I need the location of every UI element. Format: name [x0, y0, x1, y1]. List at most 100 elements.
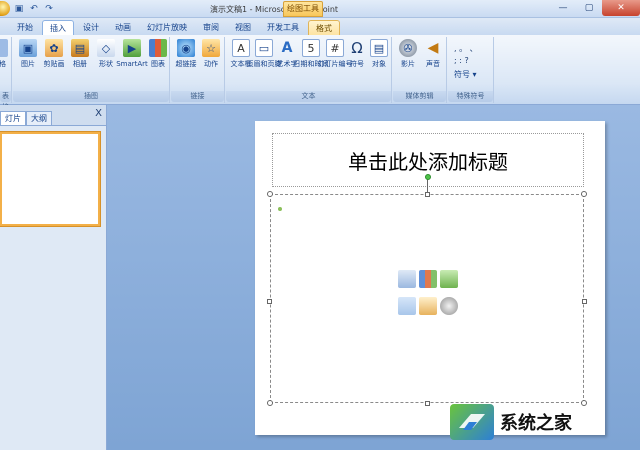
speaker-icon: ◀: [427, 40, 439, 56]
group-special-symbols: , 。 、 ; : ? 符号 ▾ 特殊符号: [448, 37, 494, 103]
slide-thumbnail[interactable]: [0, 132, 100, 226]
symbol-dropdown-label: 符号: [454, 70, 470, 79]
insert-media-icon[interactable]: [440, 296, 458, 315]
hyperlink-button[interactable]: ◉ 超链接: [173, 39, 199, 69]
group-text: A 文本框 ▭ 页眉和页脚 A 艺术字 5 日期和时间 # 幻灯片编号 Ω 符号…: [226, 37, 392, 103]
group-label-tables: 表格: [0, 91, 11, 111]
window-controls: — ▢ ✕: [550, 0, 640, 16]
group-illustrations: ▣ 图片 ✿ 剪贴画 ▤ 相册 ◇ 形状 ▶ SmartArt 图表 插图: [13, 37, 170, 103]
shapes-label: 形状: [99, 60, 113, 68]
close-button[interactable]: ✕: [602, 0, 640, 16]
movie-button[interactable]: ✇ 影片: [395, 39, 421, 69]
smartart-label: SmartArt: [116, 60, 148, 68]
slide-canvas[interactable]: 单击此处添加标题: [255, 121, 605, 435]
tab-slides[interactable]: 灯片: [0, 111, 26, 125]
table-button[interactable]: 表格: [0, 39, 12, 69]
tab-design[interactable]: 设计: [76, 20, 106, 35]
wordart-icon: A: [281, 40, 293, 56]
tab-animations[interactable]: 动画: [108, 20, 138, 35]
chart-icon: [149, 39, 167, 57]
movie-label: 影片: [401, 60, 415, 68]
sound-button[interactable]: ◀ 声音: [420, 39, 446, 69]
album-icon: ▤: [71, 39, 89, 57]
shapes-icon: ◇: [97, 39, 115, 57]
group-label-text: 文本: [226, 91, 391, 102]
resize-handle-top-left[interactable]: [267, 191, 273, 197]
special-symbol-button[interactable]: 符号 ▾: [454, 69, 477, 80]
tab-developer[interactable]: 开发工具: [260, 20, 306, 35]
group-label-media: 媒体剪辑: [393, 91, 446, 102]
action-label: 动作: [204, 60, 218, 68]
pane-close-button[interactable]: X: [95, 108, 102, 119]
content-placeholder[interactable]: [270, 194, 584, 403]
tab-home[interactable]: 开始: [10, 20, 40, 35]
tab-view[interactable]: 视图: [228, 20, 258, 35]
object-label: 对象: [372, 60, 386, 68]
rotate-connector: [427, 179, 428, 193]
chart-label: 图表: [151, 60, 165, 68]
clipart-button[interactable]: ✿ 剪贴画: [41, 39, 67, 69]
insert-chart-icon[interactable]: [419, 270, 437, 288]
pane-tabs: 灯片 大纲: [0, 109, 106, 125]
insert-picture-icon[interactable]: [398, 296, 416, 315]
chart-button[interactable]: 图表: [145, 39, 171, 69]
watermark-text: 系统之家: [500, 413, 572, 434]
tab-outline[interactable]: 大纲: [26, 111, 52, 125]
album-button[interactable]: ▤ 相册: [67, 39, 93, 69]
tab-insert[interactable]: 插入: [42, 20, 74, 35]
slide-editing-area: 单击此处添加标题: [107, 105, 640, 450]
action-icon: ☆: [202, 39, 220, 57]
maximize-button[interactable]: ▢: [576, 0, 602, 16]
group-tables: 表格 表格: [0, 37, 12, 111]
watermark: 系统之家: [450, 400, 634, 444]
tab-slideshow[interactable]: 幻灯片放映: [140, 20, 194, 35]
table-label: 表格: [0, 60, 6, 68]
contextual-tab-group-label: 绘图工具: [283, 1, 323, 17]
symbol-label: 符号: [350, 60, 364, 68]
hyperlink-label: 超链接: [175, 60, 197, 68]
omega-icon: Ω: [351, 39, 363, 57]
insert-smartart-icon[interactable]: [440, 270, 458, 288]
picture-icon: ▣: [19, 39, 37, 57]
resize-handle-bottom[interactable]: [425, 401, 430, 406]
title-placeholder-text: 单击此处添加标题: [348, 149, 508, 174]
resize-handle-top[interactable]: [425, 192, 430, 197]
clipart-icon: ✿: [45, 39, 63, 57]
object-button[interactable]: ▤ 对象: [366, 39, 392, 69]
smartart-button[interactable]: ▶ SmartArt: [116, 39, 148, 69]
resize-handle-right[interactable]: [582, 299, 587, 304]
slide-thumbnails: [0, 125, 106, 450]
slides-outline-pane: 灯片 大纲 X: [0, 105, 107, 450]
tab-review[interactable]: 审阅: [196, 20, 226, 35]
watermark-logo-icon: [450, 404, 494, 440]
shapes-button[interactable]: ◇ 形状: [93, 39, 119, 69]
table-icon: [0, 39, 8, 57]
group-links: ◉ 超链接 ☆ 动作 链接: [171, 37, 225, 103]
resize-handle-left[interactable]: [267, 299, 272, 304]
office-button[interactable]: [0, 1, 10, 16]
picture-button[interactable]: ▣ 图片: [15, 39, 41, 69]
redo-icon[interactable]: ↷: [43, 3, 55, 15]
object-icon: ▤: [370, 39, 388, 57]
action-button[interactable]: ☆ 动作: [198, 39, 224, 69]
ribbon: 表格 表格 ▣ 图片 ✿ 剪贴画 ▤ 相册 ◇ 形状 ▶ SmartArt 图表…: [0, 35, 640, 111]
tab-format[interactable]: 格式: [308, 20, 340, 35]
symbols-grid[interactable]: , 。 、 ; : ?: [454, 43, 478, 67]
quick-access-toolbar: ▣ ↶ ↷: [0, 1, 55, 16]
datetime-icon: 5: [302, 39, 320, 57]
hyperlink-icon: ◉: [177, 39, 195, 57]
picture-label: 图片: [21, 60, 35, 68]
undo-icon[interactable]: ↶: [28, 3, 40, 15]
smartart-icon: ▶: [123, 39, 141, 57]
resize-handle-bottom-left[interactable]: [267, 400, 273, 406]
insert-clipart-icon[interactable]: [419, 296, 437, 315]
group-label-illustrations: 插图: [13, 91, 169, 102]
save-icon[interactable]: ▣: [13, 3, 25, 15]
minimize-button[interactable]: —: [550, 0, 576, 16]
group-label-links: 链接: [171, 91, 224, 102]
rotate-handle[interactable]: [425, 174, 431, 180]
group-media: ✇ 影片 ◀ 声音 媒体剪辑: [393, 37, 447, 103]
insert-table-icon[interactable]: [398, 270, 416, 288]
resize-handle-top-right[interactable]: [581, 191, 587, 197]
group-label-special-symbols: 特殊符号: [448, 91, 493, 102]
